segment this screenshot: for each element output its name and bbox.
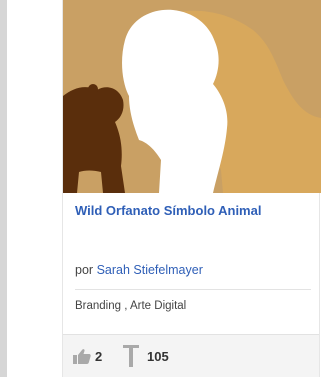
- left-border: [0, 0, 7, 377]
- project-card: Wild Orfanato Símbolo Animal por Sarah S…: [62, 0, 321, 377]
- animal-logo-image: [63, 0, 321, 193]
- stats-bar: 2 105: [63, 334, 319, 377]
- creative-fields: Branding , Arte Digital: [75, 300, 187, 312]
- page: Wild Orfanato Símbolo Animal por Sarah S…: [0, 0, 322, 377]
- author-link[interactable]: Sarah Stiefelmayer: [97, 263, 203, 277]
- likes-stat[interactable]: 2: [73, 344, 102, 368]
- project-title[interactable]: Wild Orfanato Símbolo Animal: [75, 203, 315, 219]
- divider: [75, 289, 311, 290]
- likes-count: 2: [95, 348, 103, 364]
- views-icon: [123, 345, 139, 367]
- thumbs-up-icon: [73, 348, 91, 364]
- views-count: 105: [147, 348, 169, 364]
- by-label: por: [75, 263, 94, 277]
- project-thumbnail[interactable]: [63, 0, 321, 193]
- author-line: por Sarah Stiefelmayer: [75, 263, 203, 277]
- views-stat[interactable]: 105: [123, 344, 169, 368]
